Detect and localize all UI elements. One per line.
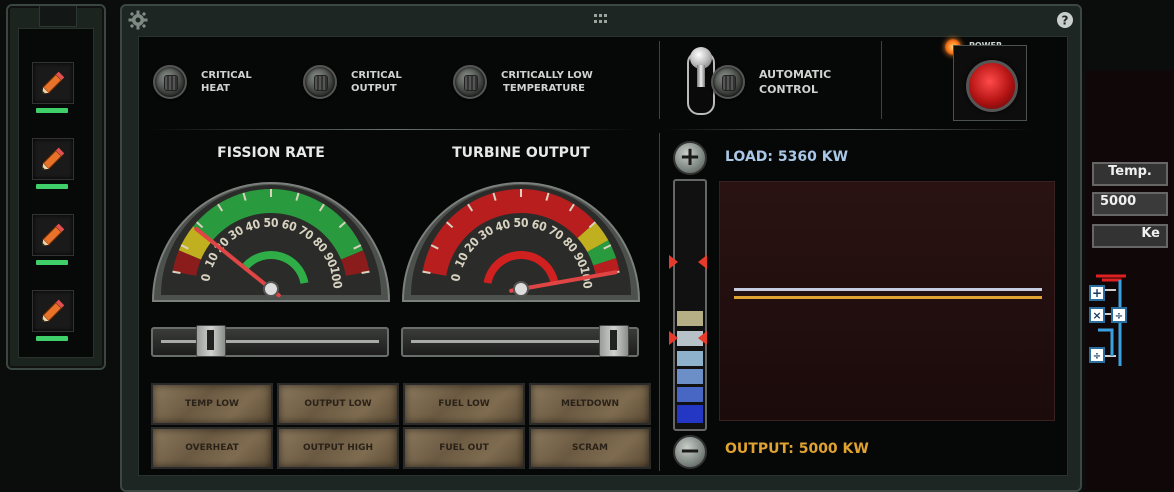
svg-text:×: ×	[1092, 309, 1101, 322]
power-button[interactable]	[966, 60, 1018, 112]
palette-grip[interactable]	[39, 6, 77, 27]
load-level-meter[interactable]	[673, 179, 707, 431]
circuit-diagram: + × ÷ ÷	[1089, 274, 1127, 366]
warning-output-high[interactable]: OUTPUT HIGH	[277, 427, 399, 469]
svg-text:+: +	[1092, 286, 1102, 300]
warning-fuel-out[interactable]: FUEL OUT	[403, 427, 525, 469]
load-marker-left-icon	[669, 255, 678, 269]
tool-status-bar	[36, 184, 68, 189]
turbine-gauge-tick-label: 50	[513, 216, 528, 230]
tool-slot-3[interactable]	[32, 214, 74, 256]
question-icon[interactable]: ?	[1056, 11, 1074, 29]
warning-scram[interactable]: SCRAM	[529, 427, 651, 469]
turbine-output-slider-thumb[interactable]	[599, 325, 629, 357]
tool-status-bar	[36, 260, 68, 265]
svg-text:?: ?	[1062, 14, 1069, 28]
alarm-critical-heat: CRITICAL HEAT	[153, 65, 291, 99]
tool-slot-1[interactable]	[32, 62, 74, 104]
fission-gauge-hub	[263, 281, 279, 297]
fission-rate-title: FISSION RATE	[217, 145, 325, 161]
fission-gauge-tick	[172, 270, 181, 275]
output-readout: OUTPUT: 5000 KW	[725, 441, 869, 457]
output-marker-right-icon	[698, 331, 707, 345]
tool-status-bar	[36, 108, 68, 113]
warning-overheat[interactable]: OVERHEAT	[151, 427, 273, 469]
alarm-critically-low-temperature: CRITICALLY LOW TEMPERATURE	[453, 65, 611, 99]
load-marker-right-icon	[698, 255, 707, 269]
pencil-icon	[42, 299, 65, 322]
alarm-lamp-icon	[153, 65, 187, 99]
svg-text:÷: ÷	[1115, 311, 1123, 322]
temp-value: 5000	[1092, 192, 1168, 216]
alarm-label: CRITICALLY LOW TEMPERATURE	[501, 70, 593, 94]
automatic-control: AUTOMATIC CONTROL	[711, 65, 859, 99]
increase-load-button[interactable]: +	[673, 141, 707, 175]
tool-slot-2[interactable]	[32, 138, 74, 180]
tool-slot-4[interactable]	[32, 290, 74, 332]
side-circuit-panel: Temp. 5000 Ke + × ÷ ÷	[1086, 70, 1174, 491]
turbine-output-title: TURBINE OUTPUT	[452, 145, 590, 161]
warning-output-low[interactable]: OUTPUT LOW	[277, 383, 399, 425]
temp-unit: Ke	[1092, 224, 1168, 248]
fission-gauge-tick-label: 50	[263, 216, 278, 230]
alarm-lamp-icon	[303, 65, 337, 99]
output-line	[734, 296, 1042, 299]
fission-rate-gauge: 010203040 50 60708090100	[151, 182, 391, 302]
warning-temp-low[interactable]: TEMP LOW	[151, 383, 273, 425]
load-line	[734, 288, 1042, 291]
turbine-output-gauge: 0102030405060708090100	[401, 182, 641, 302]
fission-rate-slider-thumb[interactable]	[196, 325, 227, 357]
decrease-load-button[interactable]: −	[673, 435, 707, 469]
warning-fuel-low[interactable]: FUEL LOW	[403, 383, 525, 425]
alarm-lamp-icon	[453, 65, 487, 99]
reactor-control-panel: ? CRITICAL HEAT CRITICAL OUTPUT CRITICAL…	[120, 4, 1082, 492]
output-marker-left-icon	[669, 331, 678, 345]
automatic-control-lamp-icon	[711, 65, 745, 99]
automatic-control-label: AUTOMATIC CONTROL	[759, 68, 832, 96]
alarm-label: CRITICAL HEAT	[201, 70, 252, 94]
gear-icon[interactable]	[128, 10, 148, 30]
tool-palette	[6, 4, 106, 370]
tool-status-bar	[36, 336, 68, 341]
temp-label: Temp.	[1092, 162, 1168, 186]
svg-text:÷: ÷	[1093, 351, 1101, 362]
pencil-icon	[42, 71, 65, 94]
turbine-output-slider[interactable]	[401, 325, 639, 357]
alarm-critical-output: CRITICAL OUTPUT	[303, 65, 441, 99]
pencil-icon	[42, 147, 65, 170]
grid-dots-icon[interactable]	[594, 14, 608, 24]
turbine-gauge-tick	[422, 270, 431, 275]
fission-rate-slider[interactable]	[151, 325, 389, 357]
alarm-label: CRITICAL OUTPUT	[351, 70, 402, 94]
power-housing	[953, 45, 1027, 121]
turbine-gauge-hub	[513, 281, 529, 297]
fission-gauge-tick	[361, 270, 370, 275]
pencil-icon	[42, 223, 65, 246]
control-surface: CRITICAL HEAT CRITICAL OUTPUT CRITICALLY…	[138, 36, 1068, 476]
panel-titlebar[interactable]: ?	[122, 6, 1080, 34]
load-output-graph	[719, 181, 1055, 421]
warning-meltdown[interactable]: MELTDOWN	[529, 383, 651, 425]
load-readout: LOAD: 5360 KW	[725, 149, 849, 165]
